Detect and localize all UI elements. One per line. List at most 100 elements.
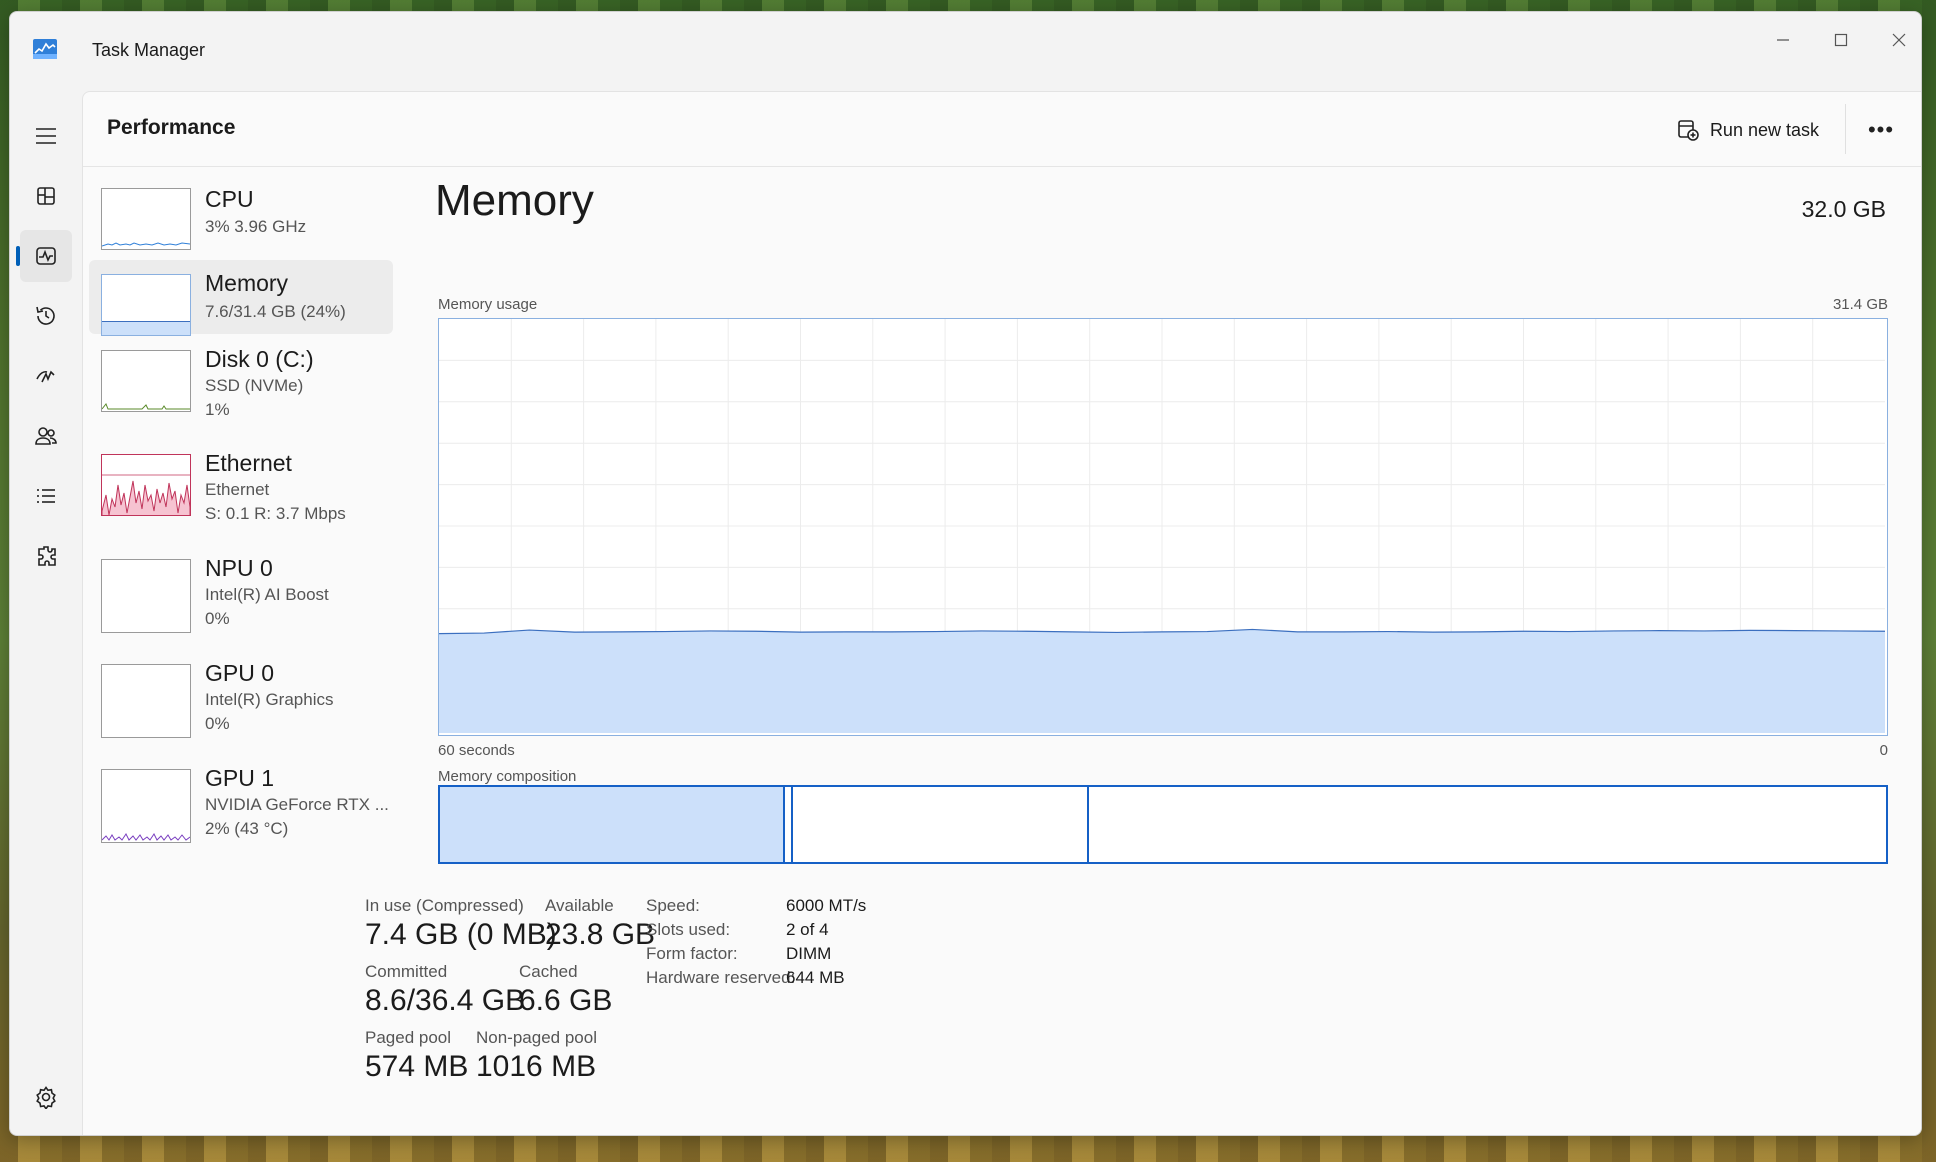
minimize-button[interactable] — [1753, 22, 1813, 58]
nav-app-history[interactable] — [20, 290, 72, 342]
device-memory[interactable]: Memory 7.6/31.4 GB (24%) — [89, 260, 393, 336]
composition-free[interactable] — [1089, 787, 1886, 862]
hardware-reserved-value: 644 MB — [786, 968, 845, 987]
non-paged-pool-label: Non-paged pool — [476, 1028, 597, 1047]
nav-services[interactable] — [20, 530, 72, 582]
device-detail: 3% 3.96 GHz — [205, 217, 307, 236]
device-name: GPU 1 — [205, 765, 275, 791]
non-paged-pool-value: 1016 MB — [476, 1050, 597, 1083]
title-bar: Task Manager — [10, 12, 1921, 92]
startup-icon — [36, 370, 55, 383]
available-value: 23.8 GB — [545, 918, 656, 951]
device-npu-0[interactable]: NPU 0 Intel(R) AI Boost 0% — [89, 555, 393, 635]
composition-standby[interactable] — [793, 787, 1089, 862]
device-detail: Ethernet — [205, 480, 270, 499]
users-icon — [35, 427, 57, 445]
device-detail: Intel(R) AI Boost — [205, 585, 329, 604]
memory-usage-chart — [438, 318, 1888, 736]
memory-usage-area — [439, 629, 1885, 733]
speed-value: 6000 MT/s — [786, 896, 867, 915]
device-gpu-1[interactable]: GPU 1 NVIDIA GeForce RTX ... 2% (43 °C) — [89, 765, 393, 845]
nav-users[interactable] — [20, 410, 72, 462]
memory-composition-bar — [438, 785, 1888, 864]
device-detail-2: S: 0.1 R: 3.7 Mbps — [205, 504, 346, 523]
more-options-icon: ••• — [1867, 117, 1895, 142]
nav-details[interactable] — [20, 470, 72, 522]
device-cpu[interactable]: CPU 3% 3.96 GHz — [89, 180, 393, 256]
cached-value: 6.6 GB — [519, 984, 613, 1017]
slots-value: 2 of 4 — [786, 920, 829, 939]
content-pane: Performance Run new task ••• CPU 3% 3.96… — [82, 91, 1921, 1135]
device-detail: SSD (NVMe) — [205, 376, 304, 395]
maximize-icon — [1834, 33, 1848, 47]
run-new-task-label: Run new task — [1709, 119, 1819, 140]
hamburger-menu-button[interactable] — [20, 110, 72, 162]
ethernet-thumbnail-graph — [101, 454, 191, 516]
nav-settings[interactable] — [20, 1071, 72, 1123]
history-icon — [36, 306, 55, 325]
hardware-reserved-label: Hardware reserved: — [646, 968, 796, 987]
task-manager-window: Task Manager Performance Run new task ••… — [9, 11, 1922, 1136]
committed-value: 8.6/36.4 GB — [365, 984, 526, 1017]
composition-modified[interactable] — [783, 787, 793, 862]
in-use-value: 7.4 GB (0 MB) — [365, 918, 557, 951]
hamburger-icon — [36, 128, 56, 144]
slots-label: Slots used: — [646, 920, 731, 939]
device-gpu-0[interactable]: GPU 0 Intel(R) Graphics 0% — [89, 660, 393, 740]
form-factor-value: DIMM — [786, 944, 832, 963]
close-button[interactable] — [1869, 22, 1921, 58]
nav-processes[interactable] — [20, 170, 72, 222]
cached-label: Cached — [519, 962, 578, 981]
device-ethernet[interactable]: Ethernet Ethernet S: 0.1 R: 3.7 Mbps — [89, 450, 393, 530]
device-detail-2: 0% — [205, 609, 230, 628]
device-detail: NVIDIA GeForce RTX ... — [205, 795, 389, 814]
committed-label: Committed — [365, 962, 448, 981]
task-manager-app-icon — [33, 39, 57, 59]
services-puzzle-icon — [38, 546, 56, 566]
navigation-rail — [10, 92, 82, 1135]
in-use-label: In use (Compressed) — [365, 896, 524, 915]
available-label: Available — [545, 896, 614, 915]
run-new-task-button[interactable]: Run new task — [1670, 110, 1825, 150]
more-options-button[interactable]: ••• — [1859, 112, 1903, 148]
memory-composition-label: Memory composition — [438, 768, 577, 785]
header-separator — [1845, 104, 1846, 154]
device-name: Memory — [205, 270, 289, 296]
device-detail-2: 2% (43 °C) — [205, 819, 289, 838]
cpu-thumbnail-graph — [101, 188, 191, 250]
details-list-icon — [37, 489, 55, 503]
memory-thumbnail-graph — [101, 274, 191, 336]
window-title: Task Manager — [92, 40, 206, 60]
page-title: Performance — [107, 116, 236, 139]
device-disk-0[interactable]: Disk 0 (C:) SSD (NVMe) 1% — [89, 346, 393, 426]
composition-in-use[interactable] — [440, 787, 783, 862]
run-task-icon — [1678, 120, 1699, 141]
page-header: Performance Run new task ••• — [83, 92, 1921, 167]
npu-thumbnail-graph — [101, 559, 191, 633]
gpu1-thumbnail-graph — [101, 769, 191, 843]
device-detail: 7.6/31.4 GB (24%) — [205, 302, 346, 321]
nav-startup-apps[interactable] — [20, 350, 72, 402]
nav-performance[interactable] — [16, 230, 72, 282]
minimize-icon — [1777, 39, 1789, 41]
memory-usage-max: 31.4 GB — [1832, 296, 1888, 313]
paged-pool-label: Paged pool — [365, 1028, 452, 1047]
device-name: CPU — [205, 186, 254, 212]
device-name: NPU 0 — [205, 555, 273, 581]
device-name: Disk 0 (C:) — [205, 346, 314, 372]
maximize-button[interactable] — [1811, 22, 1871, 58]
memory-usage-graph — [438, 319, 1886, 733]
device-detail-2: 1% — [205, 400, 230, 419]
time-axis-start-label: 60 seconds — [438, 742, 515, 759]
time-axis-end-label: 0 — [1879, 742, 1888, 759]
device-detail: Intel(R) Graphics — [205, 690, 334, 709]
disk-thumbnail-graph — [101, 350, 191, 412]
memory-title: Memory — [435, 176, 594, 225]
memory-usage-label: Memory usage — [438, 296, 538, 313]
gpu0-thumbnail-graph — [101, 664, 191, 738]
device-detail-2: 0% — [205, 714, 230, 733]
speed-label: Speed: — [646, 896, 700, 915]
form-factor-label: Form factor: — [646, 944, 738, 963]
device-name: GPU 0 — [205, 660, 275, 686]
memory-total: 32.0 GB — [1801, 196, 1886, 222]
